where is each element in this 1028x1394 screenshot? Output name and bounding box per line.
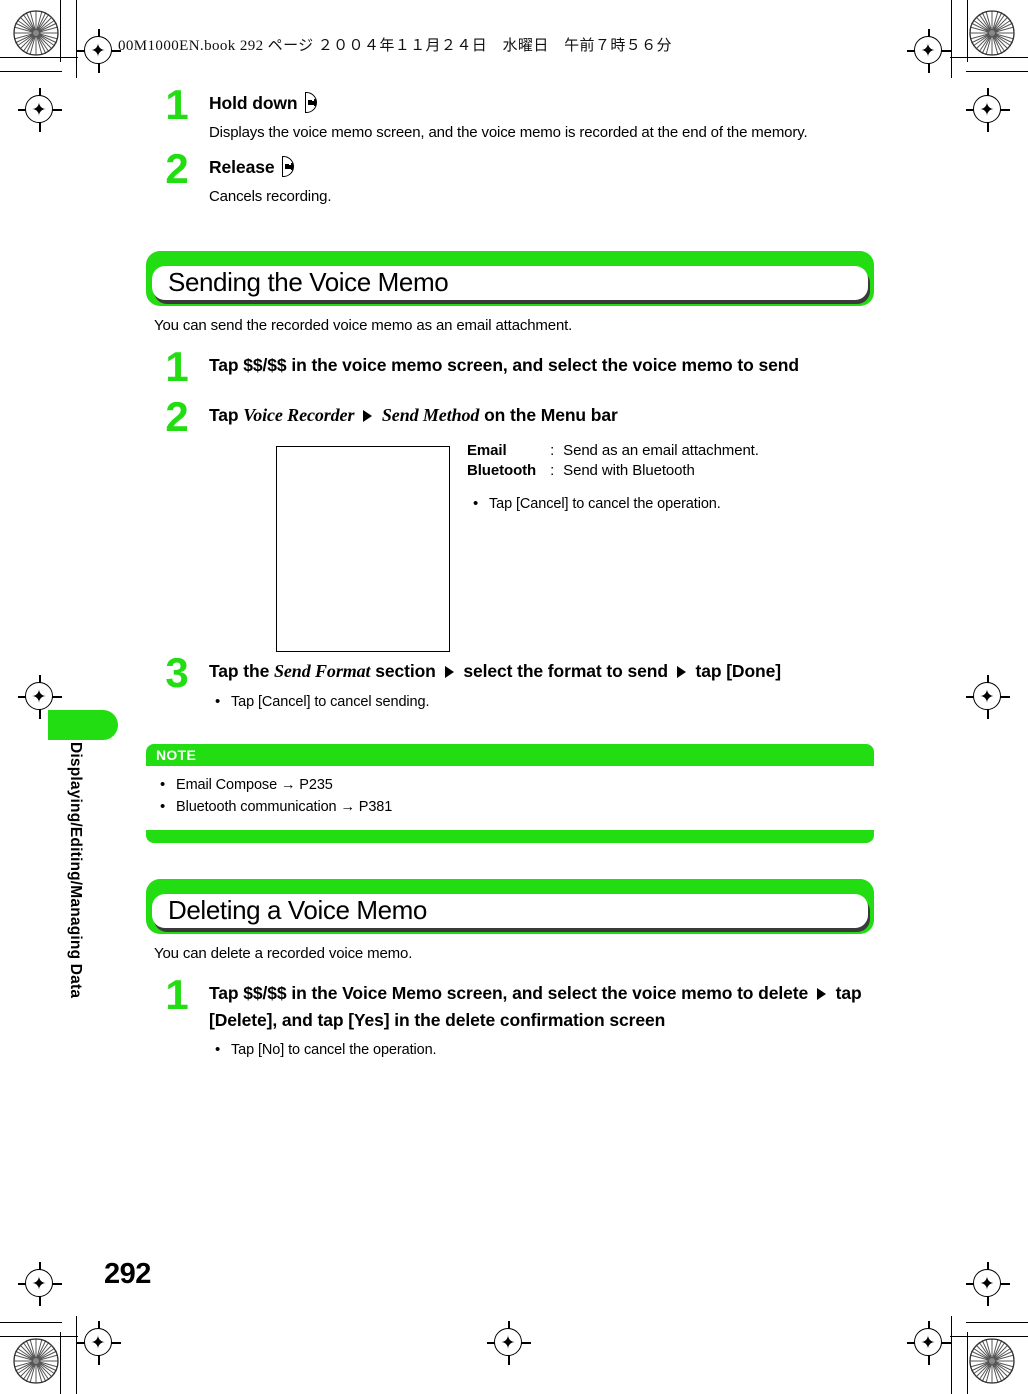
registration-mark-icon bbox=[907, 29, 951, 73]
send-method-illustration-row: Email : Send as an email attachment. Blu… bbox=[209, 442, 878, 654]
step-title-part: Tap bbox=[209, 405, 239, 426]
section-lead-text: You can send the recorded voice memo as … bbox=[154, 317, 573, 335]
registration-mark-icon bbox=[18, 88, 62, 132]
step-delete-memo: 1 Tap $$/$$ in the Voice Memo screen, an… bbox=[146, 974, 878, 1062]
note-footer bbox=[146, 830, 874, 844]
section-title: Deleting a Voice Memo bbox=[168, 895, 427, 926]
step-title-part: section bbox=[375, 660, 436, 681]
step-number: 1 bbox=[165, 343, 189, 391]
step-title-part: Tap $$/$$ in the Voice Memo screen, and … bbox=[209, 983, 809, 1004]
step-number: 2 bbox=[165, 393, 189, 441]
rosette-mark-icon bbox=[13, 1338, 59, 1384]
page-number: 292 bbox=[104, 1258, 151, 1290]
arrow-right-icon bbox=[676, 665, 686, 678]
registration-mark-icon bbox=[487, 1321, 531, 1365]
section-banner-deleting: Deleting a Voice Memo bbox=[146, 879, 874, 935]
trim-line bbox=[950, 57, 1028, 59]
step-title: Release bbox=[209, 154, 878, 181]
step-title: Tap $$/$$ in the Voice Memo screen, and … bbox=[209, 980, 878, 1033]
step-note-bullet: Tap [Cancel] to cancel sending. bbox=[209, 691, 878, 714]
step-title-text: Release bbox=[209, 157, 275, 178]
trim-line bbox=[0, 71, 62, 73]
step-number: 3 bbox=[165, 648, 189, 696]
step-description: Cancels recording. bbox=[209, 187, 332, 205]
section-title: Sending the Voice Memo bbox=[168, 267, 449, 298]
page-content: 1 Hold down Displays the voice memo scre… bbox=[146, 84, 878, 1064]
step-title-part: on the Menu bar bbox=[484, 405, 618, 426]
section-tab-label: Displaying/Editing/Managing Data bbox=[67, 742, 84, 999]
option-value: Send with Bluetooth bbox=[563, 461, 695, 479]
step-title: Hold down bbox=[209, 90, 878, 117]
option-key: Bluetooth bbox=[467, 461, 537, 479]
note-item: Email Compose → P235 bbox=[154, 774, 874, 797]
step-tap-send-method: 2 Tap Voice Recorder Send Method on the … bbox=[146, 396, 878, 654]
registration-mark-icon bbox=[966, 1262, 1010, 1306]
step-number: 1 bbox=[165, 971, 189, 1019]
send-method-options: Email : Send as an email attachment. Blu… bbox=[467, 442, 759, 517]
option-row: Bluetooth : Send with Bluetooth bbox=[467, 462, 759, 482]
trim-line bbox=[966, 1321, 1028, 1323]
registration-mark-icon bbox=[77, 1321, 121, 1365]
step-title-part: select the format to send bbox=[463, 660, 668, 681]
menu-name-send-method: Send Method bbox=[381, 405, 480, 426]
step-number: 2 bbox=[165, 145, 189, 193]
menu-name-send-format: Send Format bbox=[274, 660, 371, 681]
option-value: Send as an email attachment. bbox=[563, 441, 759, 459]
trim-line bbox=[950, 1335, 1028, 1337]
trim-line bbox=[966, 1332, 968, 1394]
step-note-bullet: Tap [Cancel] to cancel the operation. bbox=[467, 493, 759, 516]
screenshot-placeholder bbox=[276, 445, 450, 652]
note-box: NOTE Email Compose → P235 Bluetooth comm… bbox=[146, 743, 874, 844]
step-title-part: Tap the bbox=[209, 660, 270, 681]
note-header: NOTE bbox=[146, 743, 874, 766]
note-body: Email Compose → P235 Bluetooth communica… bbox=[146, 765, 874, 831]
step-note-bullet: Tap [No] to cancel the operation. bbox=[209, 1039, 878, 1062]
registration-mark-icon bbox=[966, 88, 1010, 132]
step-release: 2 Release Cancels recording. bbox=[146, 148, 878, 208]
step-description: Displays the voice memo screen, and the … bbox=[209, 123, 808, 141]
trim-line bbox=[0, 1321, 62, 1323]
voice-memo-key-icon bbox=[303, 92, 318, 113]
rosette-mark-icon bbox=[969, 10, 1015, 56]
step-hold-down: 1 Hold down Displays the voice memo scre… bbox=[146, 84, 878, 144]
trim-line bbox=[0, 1335, 78, 1337]
note-item: Bluetooth communication → P381 bbox=[154, 796, 874, 819]
step-title: Tap the Send Format section select the f… bbox=[209, 658, 878, 685]
trim-line bbox=[966, 0, 968, 62]
step-title: Tap $$/$$ in the voice memo screen, and … bbox=[209, 355, 799, 376]
section-lead-text: You can delete a recorded voice memo. bbox=[154, 945, 413, 963]
step-tap-select-memo: 1 Tap $$/$$ in the voice memo screen, an… bbox=[146, 346, 878, 388]
section-banner-sending: Sending the Voice Memo bbox=[146, 251, 874, 307]
step-title-part: tap [Done] bbox=[695, 660, 782, 681]
arrow-right-icon bbox=[363, 410, 373, 423]
trim-line bbox=[966, 71, 1028, 73]
section-tab-marker bbox=[48, 710, 118, 740]
rosette-mark-icon bbox=[969, 1338, 1015, 1384]
trim-line bbox=[0, 57, 78, 59]
step-tap-send-format: 3 Tap the Send Format section select the… bbox=[146, 651, 878, 714]
registration-mark-icon bbox=[907, 1321, 951, 1365]
registration-mark-icon bbox=[966, 675, 1010, 719]
menu-name-voice-recorder: Voice Recorder bbox=[243, 405, 355, 426]
trim-line bbox=[60, 0, 62, 62]
voice-memo-key-icon bbox=[280, 156, 295, 178]
step-title-text: Hold down bbox=[209, 93, 298, 113]
book-header-line: 00M1000EN.book 292 ページ ２００４年１１月２４日 水曜日 午… bbox=[118, 38, 672, 54]
option-key: Email bbox=[467, 441, 507, 459]
arrow-right-icon bbox=[816, 988, 826, 1001]
registration-mark-icon bbox=[77, 29, 121, 73]
step-number: 1 bbox=[165, 81, 189, 128]
registration-mark-icon bbox=[18, 1262, 62, 1306]
option-row: Email : Send as an email attachment. bbox=[467, 442, 759, 462]
option-separator: : bbox=[550, 461, 555, 479]
step-title: Tap Voice Recorder Send Method on the Me… bbox=[209, 402, 878, 429]
option-separator: : bbox=[550, 441, 555, 459]
trim-line bbox=[60, 1332, 62, 1394]
arrow-right-icon bbox=[444, 665, 454, 678]
rosette-mark-icon bbox=[13, 10, 59, 56]
